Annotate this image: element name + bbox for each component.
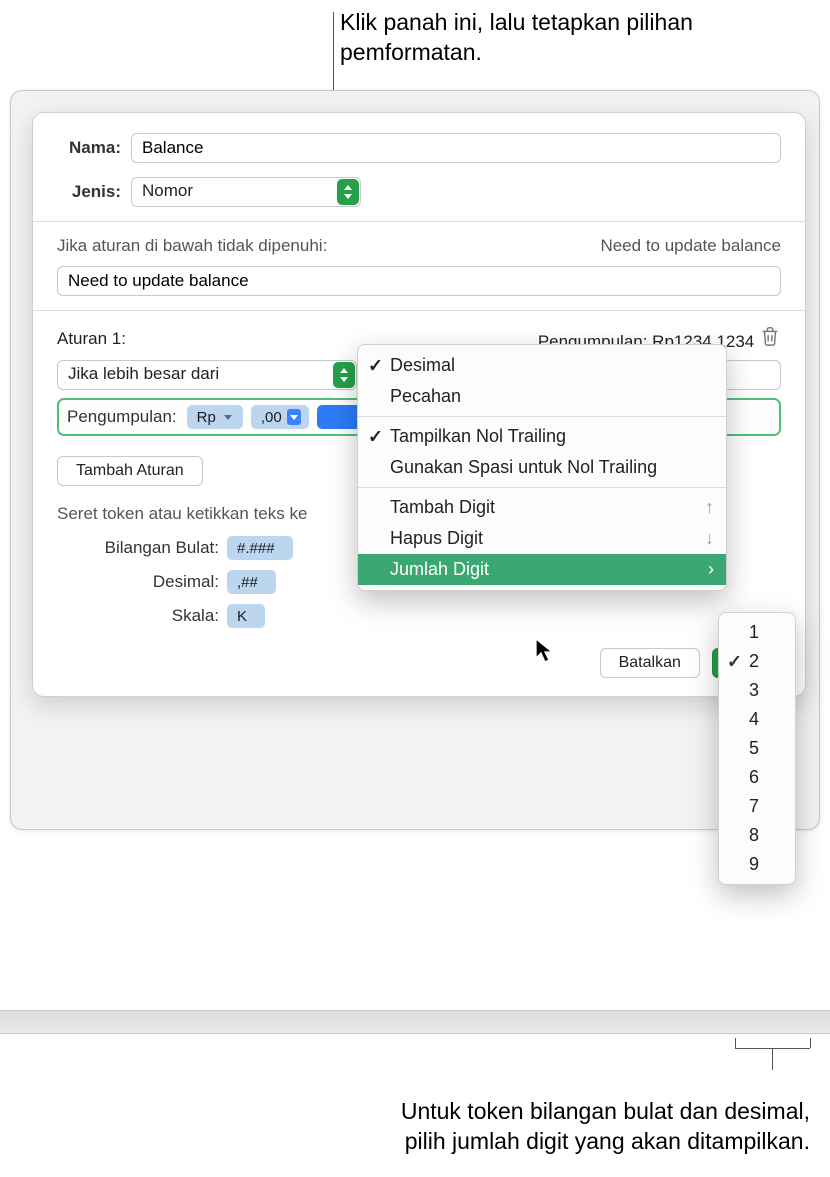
check-icon: ✓ (368, 426, 383, 447)
type-row: Jenis: Nomor (57, 177, 781, 207)
add-rule-button[interactable]: Tambah Aturan (57, 456, 203, 486)
check-icon: ✓ (727, 651, 742, 672)
condition-select[interactable]: Jika lebih besar dari (57, 360, 357, 390)
decimal-token[interactable]: ,00 (251, 405, 309, 429)
type-select-value: Nomor (131, 177, 361, 207)
submenu-item-9[interactable]: 9 (719, 850, 795, 879)
bilangan-label: Bilangan Bulat: (57, 538, 227, 558)
desimal-token[interactable]: ,## (227, 570, 276, 594)
bilangan-token[interactable]: #.### (227, 536, 293, 560)
menu-item-remove-digit[interactable]: Hapus Digit ↓ (358, 523, 726, 554)
menu-label: Pecahan (390, 386, 461, 407)
submenu-label: 1 (749, 622, 759, 643)
skala-token[interactable]: K (227, 604, 265, 628)
submenu-item-2[interactable]: ✓2 (719, 647, 795, 676)
divider-2 (33, 310, 805, 311)
submenu-label: 5 (749, 738, 759, 759)
annotation-top: Klik panah ini, lalu tetapkan pilihan pe… (340, 8, 740, 68)
stepper-icon (337, 179, 359, 205)
submenu-item-4[interactable]: 4 (719, 705, 795, 734)
submenu-label: 7 (749, 796, 759, 817)
submenu-item-8[interactable]: 8 (719, 821, 795, 850)
menu-separator (358, 416, 726, 417)
submenu-label: 3 (749, 680, 759, 701)
callout-bracket-right (810, 1038, 811, 1048)
callout-bracket-left (735, 1038, 736, 1048)
submenu-label: 4 (749, 709, 759, 730)
chevron-right-icon: › (708, 559, 714, 580)
fallback-field[interactable] (57, 266, 781, 296)
submenu-item-1[interactable]: 1 (719, 618, 795, 647)
trash-icon[interactable] (759, 332, 781, 351)
menu-label: Gunakan Spasi untuk Nol Trailing (390, 457, 657, 478)
arrow-down-icon: ↓ (705, 528, 714, 549)
submenu-label: 2 (749, 651, 759, 672)
fallback-header: Jika aturan di bawah tidak dipenuhi: Nee… (57, 236, 781, 256)
submenu-item-3[interactable]: 3 (719, 676, 795, 705)
dialog-footer: Batalkan OK (57, 648, 781, 678)
decimal-token-text: ,00 (261, 409, 282, 426)
chevron-down-icon (221, 409, 235, 425)
fallback-label: Jika aturan di bawah tidak dipenuhi: (57, 236, 327, 256)
name-row: Nama: (57, 133, 781, 163)
submenu-label: 8 (749, 825, 759, 846)
desimal-label: Desimal: (57, 572, 227, 592)
menu-item-add-digit[interactable]: Tambah Digit ↑ (358, 492, 726, 523)
name-label: Nama: (57, 138, 131, 158)
type-select[interactable]: Nomor (131, 177, 361, 207)
menu-item-desimal[interactable]: ✓ Desimal (358, 350, 726, 381)
condition-value: Jika lebih besar dari (57, 360, 357, 390)
annotation-bottom: Untuk token bilangan bulat dan desimal, … (400, 1097, 810, 1157)
callout-line-bottom (772, 1048, 773, 1070)
submenu-item-6[interactable]: 6 (719, 763, 795, 792)
grouping-label: Pengumpulan: (65, 407, 179, 427)
menu-label: Hapus Digit (390, 528, 483, 549)
stepper-icon (333, 362, 355, 388)
menu-label: Jumlah Digit (390, 559, 489, 580)
menu-label: Tampilkan Nol Trailing (390, 426, 566, 447)
currency-token-text: Rp (197, 409, 216, 426)
submenu-item-7[interactable]: 7 (719, 792, 795, 821)
decimal-token-dropdown-menu: ✓ Desimal Pecahan ✓ Tampilkan Nol Traili… (357, 344, 727, 591)
fallback-preview: Need to update balance (600, 236, 781, 256)
submenu-item-5[interactable]: 5 (719, 734, 795, 763)
submenu-label: 9 (749, 854, 759, 875)
check-icon: ✓ (368, 355, 383, 376)
currency-token[interactable]: Rp (187, 405, 243, 429)
rule-title: Aturan 1: (57, 329, 126, 349)
menu-item-space-trailing[interactable]: Gunakan Spasi untuk Nol Trailing (358, 452, 726, 483)
menu-label: Desimal (390, 355, 455, 376)
token-dropdown-icon[interactable] (287, 409, 301, 425)
digit-count-submenu: 1✓23456789 (718, 612, 796, 885)
divider (33, 221, 805, 222)
menu-item-digit-count[interactable]: Jumlah Digit › (358, 554, 726, 585)
skala-label: Skala: (57, 606, 227, 626)
menu-label: Tambah Digit (390, 497, 495, 518)
window-footer-strip (0, 1010, 830, 1034)
arrow-up-icon: ↑ (705, 497, 714, 518)
name-input[interactable] (131, 133, 781, 163)
submenu-label: 6 (749, 767, 759, 788)
menu-item-pecahan[interactable]: Pecahan (358, 381, 726, 412)
cancel-button[interactable]: Batalkan (600, 648, 700, 678)
menu-separator (358, 487, 726, 488)
type-label: Jenis: (57, 182, 131, 202)
menu-item-trailing-zero[interactable]: ✓ Tampilkan Nol Trailing (358, 421, 726, 452)
